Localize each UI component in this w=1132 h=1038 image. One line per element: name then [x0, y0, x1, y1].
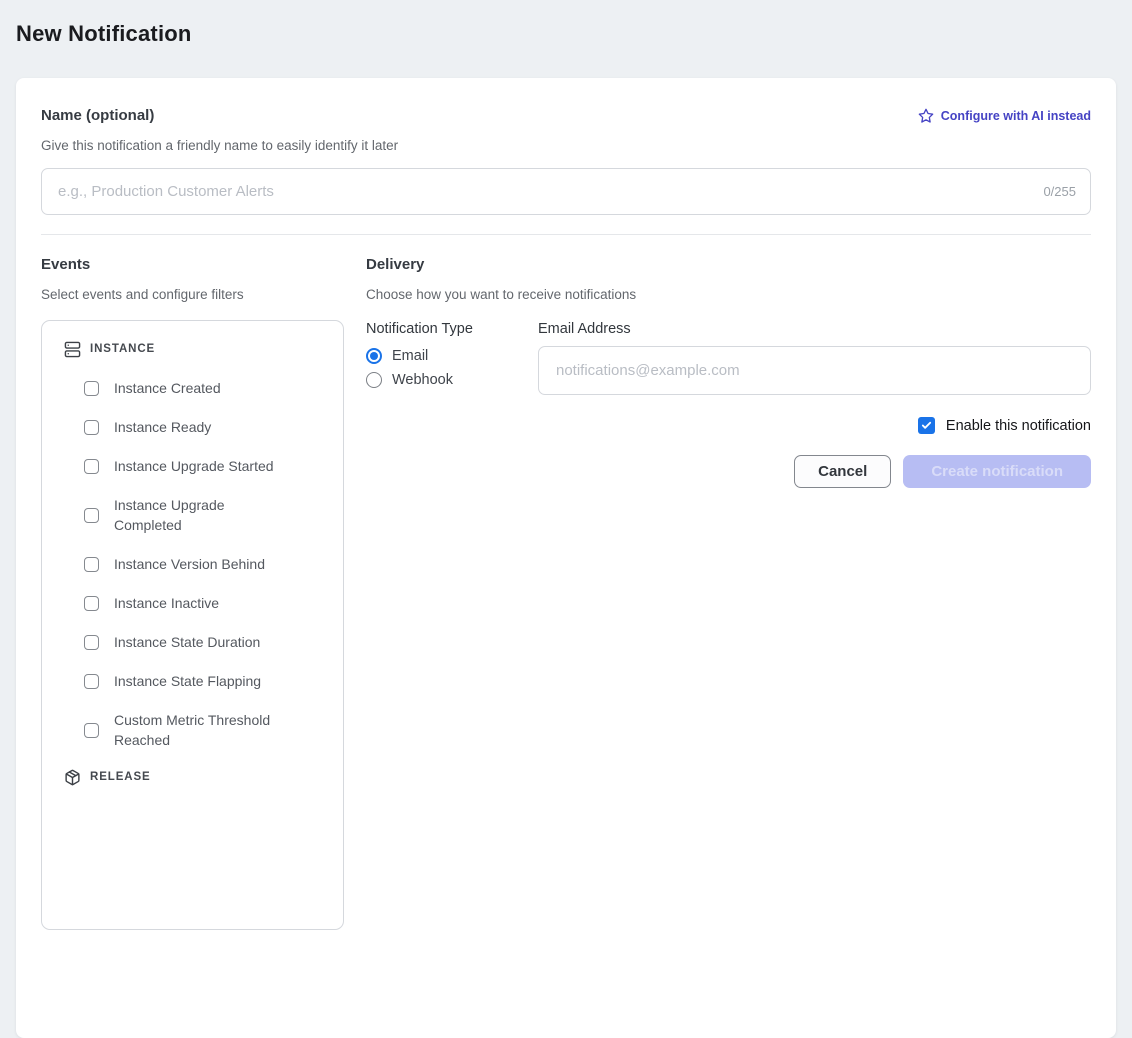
checkbox-unchecked-icon[interactable]	[84, 557, 99, 572]
server-icon	[64, 341, 81, 358]
name-input-box: 0/255	[41, 168, 1091, 215]
delivery-subtitle: Choose how you want to receive notificat…	[366, 287, 1091, 303]
events-subtitle: Select events and configure filters	[41, 287, 344, 303]
email-address-label: Email Address	[538, 320, 1091, 338]
checkbox-unchecked-icon[interactable]	[84, 674, 99, 689]
event-checkbox-row[interactable]: Instance Version Behind	[84, 554, 265, 574]
event-label: Instance Version Behind	[114, 554, 265, 574]
package-icon	[64, 769, 81, 786]
events-box: INSTANCE Instance Created Instance Ready In…	[41, 320, 344, 930]
event-group-name: INSTANCE	[90, 343, 155, 355]
event-label: Instance Created	[114, 378, 221, 398]
event-label: Instance Inactive	[114, 593, 219, 613]
event-label: Instance Upgrade Completed	[114, 495, 284, 535]
create-notification-button[interactable]: Create notification	[903, 455, 1091, 488]
event-label: Instance Upgrade Started	[114, 456, 274, 476]
checkbox-checked-icon[interactable]	[918, 417, 935, 434]
radio-unselected-icon[interactable]	[366, 372, 382, 388]
page-title: New Notification	[16, 21, 192, 47]
event-label: Instance State Duration	[114, 632, 260, 652]
checkbox-unchecked-icon[interactable]	[84, 596, 99, 611]
configure-with-ai-link[interactable]: Configure with AI instead	[918, 108, 1091, 124]
email-input[interactable]	[554, 361, 1075, 380]
notification-type-radio-group: Email Webhook	[366, 348, 522, 388]
events-column: Events Select events and configure filte…	[41, 256, 344, 930]
event-label: Instance State Flapping	[114, 671, 261, 691]
delivery-title: Delivery	[366, 256, 1091, 274]
enable-notification-row: Enable this notification	[366, 417, 1091, 434]
email-input-box	[538, 346, 1091, 395]
event-checkbox-row[interactable]: Instance Created	[84, 378, 221, 398]
event-group-header: RELEASE	[64, 767, 151, 787]
radio-label: Email	[392, 348, 428, 364]
event-checkbox-row[interactable]: Instance State Duration	[84, 632, 260, 652]
delivery-column: Delivery Choose how you want to receive …	[366, 256, 1091, 930]
events-title: Events	[41, 256, 344, 274]
checkbox-unchecked-icon[interactable]	[84, 381, 99, 396]
notification-type-label: Notification Type	[366, 320, 522, 338]
configure-with-ai-label: Configure with AI instead	[941, 109, 1091, 123]
event-group-name: RELEASE	[90, 771, 151, 783]
name-input[interactable]	[56, 182, 1033, 201]
event-checkbox-row[interactable]: Instance Ready	[84, 417, 211, 437]
radio-selected-icon[interactable]	[366, 348, 382, 364]
event-checkbox-row[interactable]: Instance Inactive	[84, 593, 219, 613]
cancel-button[interactable]: Cancel	[794, 455, 891, 488]
event-group-header: INSTANCE	[64, 339, 155, 359]
event-checkbox-row[interactable]: Instance Upgrade Completed	[84, 495, 284, 535]
enable-notification-label[interactable]: Enable this notification	[946, 418, 1091, 434]
radio-option-email[interactable]: Email	[366, 348, 522, 364]
event-checkbox-row[interactable]: Instance State Flapping	[84, 671, 261, 691]
checkbox-unchecked-icon[interactable]	[84, 420, 99, 435]
event-label: Custom Metric Threshold Reached	[114, 710, 284, 750]
star-icon	[918, 108, 934, 124]
checkbox-unchecked-icon[interactable]	[84, 723, 99, 738]
checkbox-unchecked-icon[interactable]	[84, 459, 99, 474]
event-label: Instance Ready	[114, 417, 211, 437]
event-checkbox-row[interactable]: Instance Upgrade Started	[84, 456, 274, 476]
checkbox-unchecked-icon[interactable]	[84, 508, 99, 523]
char-counter: 0/255	[1043, 184, 1076, 199]
radio-option-webhook[interactable]: Webhook	[366, 372, 522, 388]
radio-label: Webhook	[392, 372, 453, 388]
event-checkbox-row[interactable]: Custom Metric Threshold Reached	[84, 710, 284, 750]
new-notification-card: Name (optional) Configure with AI instea…	[16, 78, 1116, 1038]
checkbox-unchecked-icon[interactable]	[84, 635, 99, 650]
name-section: Name (optional) Configure with AI instea…	[16, 78, 1116, 235]
name-hint: Give this notification a friendly name t…	[41, 138, 1091, 154]
name-label: Name (optional)	[41, 107, 154, 125]
